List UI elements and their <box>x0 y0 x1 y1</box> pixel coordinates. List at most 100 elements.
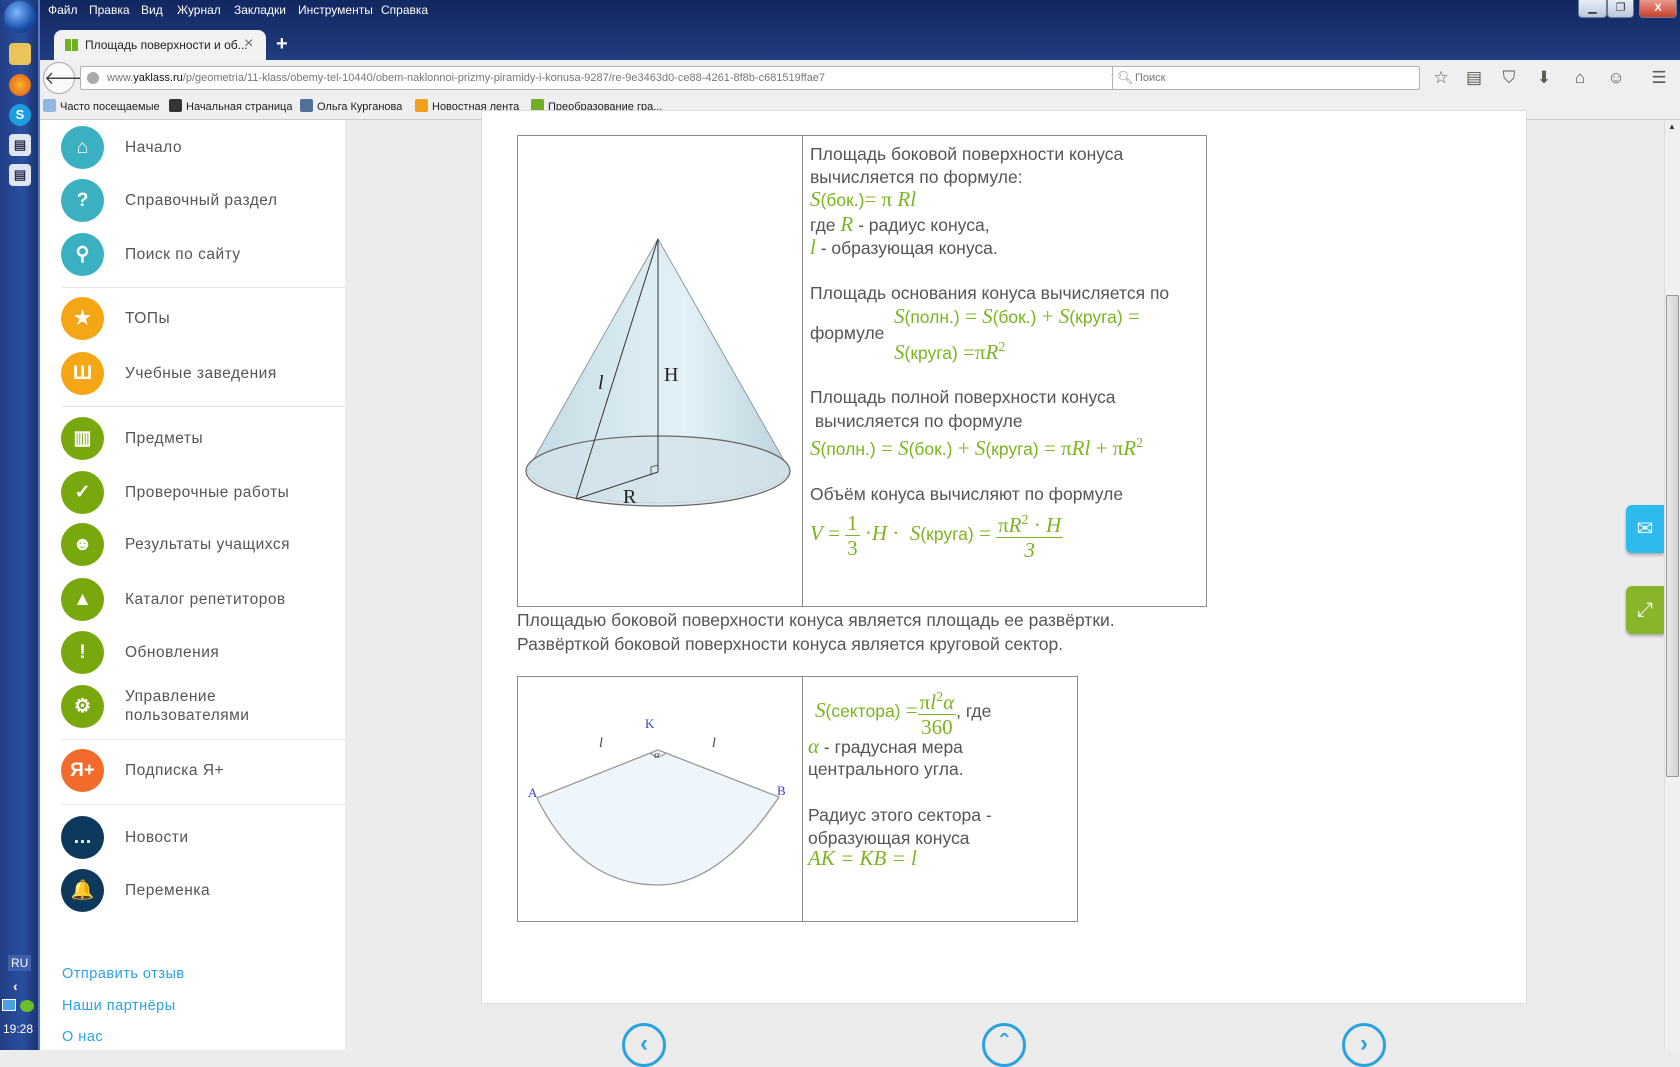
scrollbar-thumb[interactable] <box>1666 295 1679 777</box>
sidebar-item-icon: ⌂ <box>61 126 104 169</box>
sidebar-item[interactable]: ▲ Каталог репетиторов <box>40 575 345 625</box>
language-indicator[interactable]: RU <box>8 955 32 971</box>
security-tray-icon[interactable] <box>20 1000 34 1012</box>
minimize-button[interactable]: ▁ <box>1578 0 1607 18</box>
sidebar-item[interactable]: ! Обновления <box>40 628 345 678</box>
sidebar-item[interactable]: ✓ Проверочные работы <box>40 468 345 518</box>
sidebar-item-icon: Я+ <box>61 749 104 792</box>
formula-full-area-line1: S(полн.) = S(бок.) + S(круга) = <box>894 304 1140 328</box>
search-input[interactable]: 🔍︎ Поиск <box>1112 66 1420 90</box>
previous-button[interactable]: ‹ <box>622 1023 666 1067</box>
chat-icon[interactable]: ☺ <box>1605 68 1627 88</box>
menu-history[interactable]: Журнал <box>177 3 221 17</box>
label-K: K <box>645 716 655 731</box>
menu-help[interactable]: Справка <box>381 3 428 17</box>
windows-taskbar: S ▤ ▤ RU ‹ 19:28 <box>0 0 40 1050</box>
restore-button[interactable]: ❐ <box>1607 0 1634 18</box>
label-l-left: l <box>599 736 603 751</box>
formula-sector-area: S(сектора) = πl2α 360, где <box>815 684 991 739</box>
label-alpha: α <box>654 749 660 761</box>
home-icon[interactable]: ⌂ <box>1569 68 1591 88</box>
firefox-icon[interactable] <box>9 74 31 96</box>
sidebar-item[interactable]: ⚙ Управление пользователями <box>40 682 345 732</box>
tray-expand-icon[interactable]: ‹ <box>13 978 18 994</box>
sidebar-item-label: ТОПы <box>125 310 171 327</box>
feedback-mail-button[interactable]: ✉ <box>1626 505 1664 553</box>
about-link[interactable]: О нас <box>62 1029 103 1045</box>
url-prefix: www. <box>107 72 134 84</box>
network-icon[interactable] <box>2 999 16 1011</box>
sidebar-item[interactable]: 🔔 Переменка <box>40 866 345 916</box>
bookmark-star-icon[interactable]: ☆ <box>1430 68 1452 88</box>
document-icon[interactable]: ▤ <box>9 164 31 186</box>
bookmark-vk-profile[interactable]: Ольга Курганова <box>300 99 402 113</box>
feedback-link[interactable]: Отправить отзыв <box>62 966 185 982</box>
scroll-up-arrow[interactable]: ▲ <box>1668 122 1676 131</box>
close-window-button[interactable]: X <box>1639 0 1677 18</box>
cone-diagram: l H R <box>525 237 791 508</box>
label-R: R <box>623 486 637 508</box>
pocket-icon[interactable]: ⛉ <box>1498 68 1520 88</box>
menu-bookmarks[interactable]: Закладки <box>234 3 286 17</box>
column-divider <box>802 677 803 921</box>
radius-text: Радиус этого сектора - образующая конуса <box>808 805 992 848</box>
bookmark-home-page[interactable]: Начальная страница <box>169 99 292 113</box>
label-l-right: l <box>712 736 716 751</box>
download-icon[interactable]: ⬇ <box>1533 68 1555 88</box>
close-tab-button[interactable]: × <box>244 35 253 53</box>
skype-icon[interactable]: S <box>9 104 31 126</box>
sidebar-item-label: Каталог репетиторов <box>125 591 286 608</box>
bookmark-most-visited[interactable]: Часто посещаемые <box>43 99 160 113</box>
menu-tools[interactable]: Инструменты <box>298 3 373 17</box>
url-bar[interactable]: www.yaklass.ru/p/geometria/11-klass/obem… <box>80 66 1144 90</box>
sidebar-item[interactable]: ⚲ Поиск по сайту <box>40 230 345 280</box>
bookmark-label: Начальная страница <box>186 101 293 113</box>
folder-icon[interactable] <box>9 43 31 65</box>
start-button[interactable] <box>4 1 36 33</box>
full-area-text: Площадь полной поверхности конуса вычисл… <box>810 387 1116 431</box>
sidebar-item-icon: ▥ <box>61 417 104 460</box>
scroll-up-button[interactable]: ˆ <box>982 1023 1026 1067</box>
label-A: A <box>528 785 538 800</box>
sidebar-item-label: Справочный раздел <box>125 192 278 209</box>
m-logo-icon <box>169 99 182 112</box>
sidebar-item[interactable]: Ш Учебные заведения <box>40 349 345 399</box>
sidebar-item[interactable]: ▥ Предметы <box>40 414 345 464</box>
label-B: B <box>777 783 786 798</box>
search-engine-icon[interactable]: 🔍︎ <box>1117 67 1134 89</box>
sidebar-item[interactable]: ⌂ Начало <box>40 123 345 173</box>
divider <box>62 406 345 407</box>
text-line: вычисляется по формуле: <box>810 167 1023 187</box>
formula-full-area: S(полн.) = S(бок.) + S(круга) = πRl + πR… <box>810 436 1144 460</box>
next-button[interactable]: › <box>1342 1023 1386 1067</box>
sector-shape <box>536 749 780 886</box>
rss-icon <box>415 99 428 112</box>
sidebar-item[interactable]: Я+ Подписка Я+ <box>40 746 345 796</box>
sidebar-item-icon: Ш <box>61 352 104 395</box>
reading-list-icon[interactable]: ▤ <box>1463 68 1485 88</box>
sidebar-item-icon: 🔔 <box>61 869 104 912</box>
vertical-scrollbar[interactable]: ▲ <box>1664 120 1680 1050</box>
sidebar-item[interactable]: ? Справочный раздел <box>40 176 345 226</box>
fullscreen-button[interactable]: ⤢ <box>1626 586 1664 634</box>
lateral-area-text: Площадь боковой поверхности конуса вычисл… <box>810 143 1123 189</box>
tab-title: Площадь поверхности и об... <box>85 38 248 52</box>
sidebar-item[interactable]: ★ ТОПы <box>40 294 345 344</box>
menu-file[interactable]: Файл <box>48 3 78 17</box>
sidebar-item[interactable]: … Новости <box>40 813 345 863</box>
sidebar-item[interactable]: ☻ Результаты учащихся <box>40 520 345 570</box>
divider <box>62 804 345 805</box>
menu-view[interactable]: Вид <box>141 3 163 17</box>
partners-link[interactable]: Наши партнёры <box>62 998 176 1014</box>
browser-tab-active[interactable]: Площадь поверхности и об... × <box>54 30 266 60</box>
new-tab-button[interactable]: + <box>276 33 288 56</box>
clock[interactable]: 19:28 <box>3 1022 33 1036</box>
menu-edit[interactable]: Правка <box>89 3 130 17</box>
formula-volume: V = 13 ·H · S(круга) = πR2 · H3 <box>810 510 1064 562</box>
alpha-text-2: центрального угла. <box>808 759 964 779</box>
sidebar-item-icon: ▲ <box>61 578 104 621</box>
sidebar-item-icon: ✓ <box>61 471 104 514</box>
document-icon[interactable]: ▤ <box>9 134 31 156</box>
hamburger-menu-icon[interactable]: ☰ <box>1648 68 1670 88</box>
back-button[interactable]: 🡐 <box>43 62 92 94</box>
